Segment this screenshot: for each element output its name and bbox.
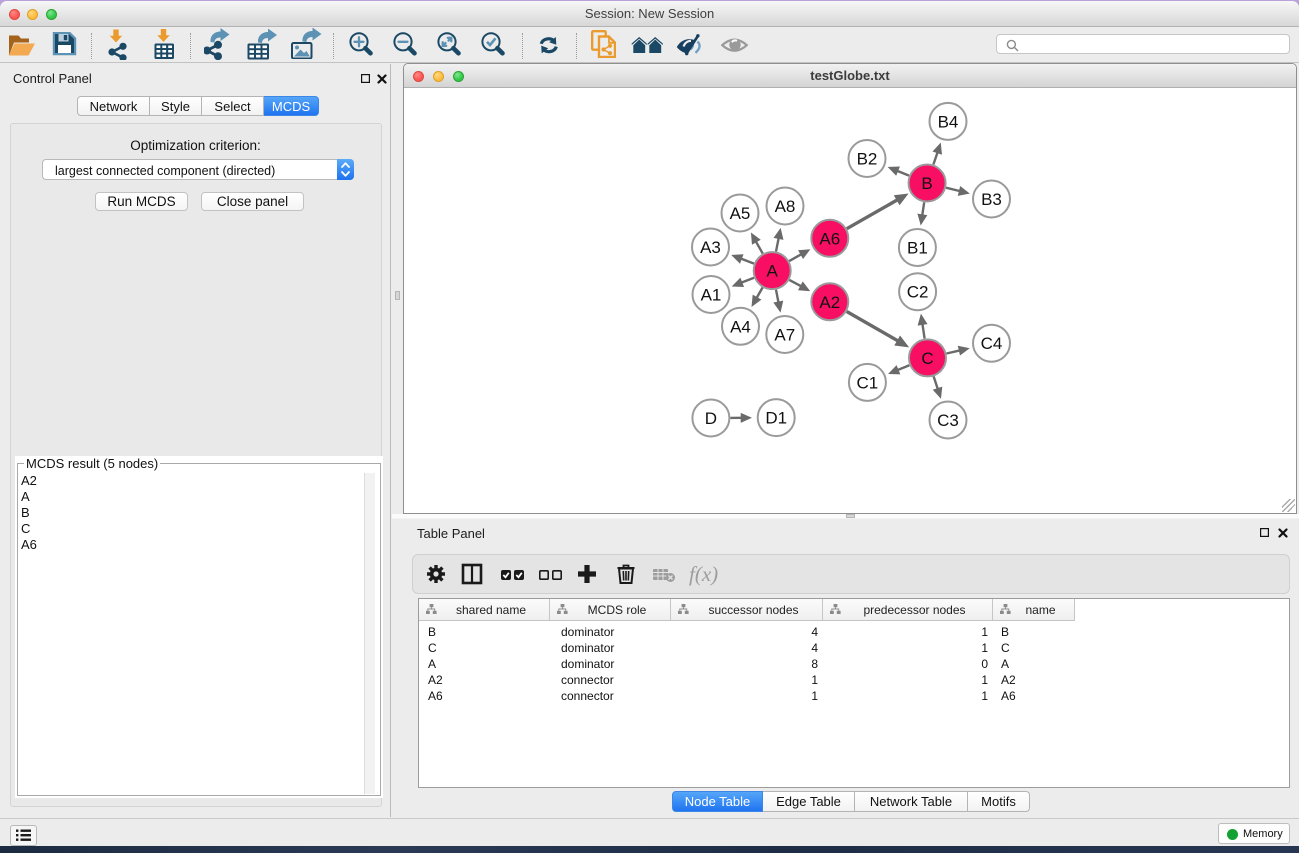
svg-text:C1: C1: [857, 373, 879, 392]
svg-text:A3: A3: [700, 238, 721, 257]
svg-text:A: A: [767, 262, 779, 281]
svg-text:A1: A1: [701, 286, 722, 305]
svg-text:A8: A8: [775, 197, 796, 216]
svg-text:A7: A7: [774, 326, 795, 345]
svg-text:A5: A5: [730, 204, 751, 223]
svg-text:C2: C2: [907, 283, 929, 302]
svg-text:A2: A2: [819, 293, 840, 312]
svg-text:C3: C3: [937, 411, 959, 430]
svg-text:B4: B4: [938, 112, 959, 131]
svg-text:A6: A6: [819, 229, 840, 248]
svg-text:B1: B1: [907, 239, 928, 258]
svg-text:D1: D1: [765, 409, 787, 428]
svg-text:D: D: [705, 409, 717, 428]
svg-text:B2: B2: [857, 150, 878, 169]
svg-text:B3: B3: [981, 190, 1002, 209]
svg-text:B: B: [921, 174, 932, 193]
svg-text:C: C: [921, 349, 933, 368]
svg-text:A4: A4: [730, 317, 751, 336]
svg-text:C4: C4: [981, 334, 1003, 353]
svg-text:f(x): f(x): [689, 562, 718, 586]
